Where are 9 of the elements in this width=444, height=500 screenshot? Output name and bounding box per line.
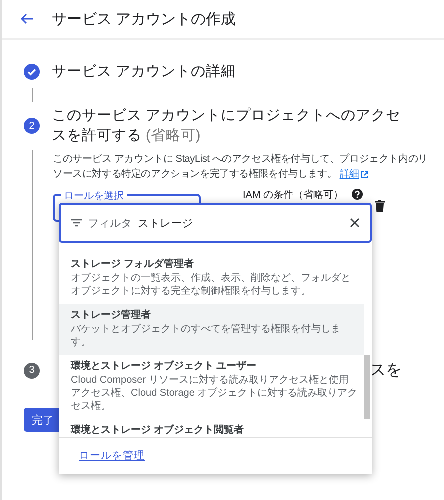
- step-number: 2: [24, 118, 40, 134]
- step-number: 3: [24, 362, 40, 378]
- step-title: このサービス アカウントにプロジェクトへのアクセスを許可する (省略可): [52, 106, 402, 146]
- page-title: サービス アカウントの作成: [52, 10, 236, 28]
- step-description: このサービス アカウントに StayList へのアクセス権を付与して、プロジェクト内のリソースに対する特定のアクションを完了する権限を付与します。 詳細: [53, 152, 429, 182]
- iam-condition-label: IAM の条件（省略可）: [243, 188, 344, 202]
- filter-label: フィルタ: [88, 216, 132, 230]
- step-title: サービス アカウントの詳細: [52, 63, 236, 82]
- step-title: スを: [370, 361, 402, 381]
